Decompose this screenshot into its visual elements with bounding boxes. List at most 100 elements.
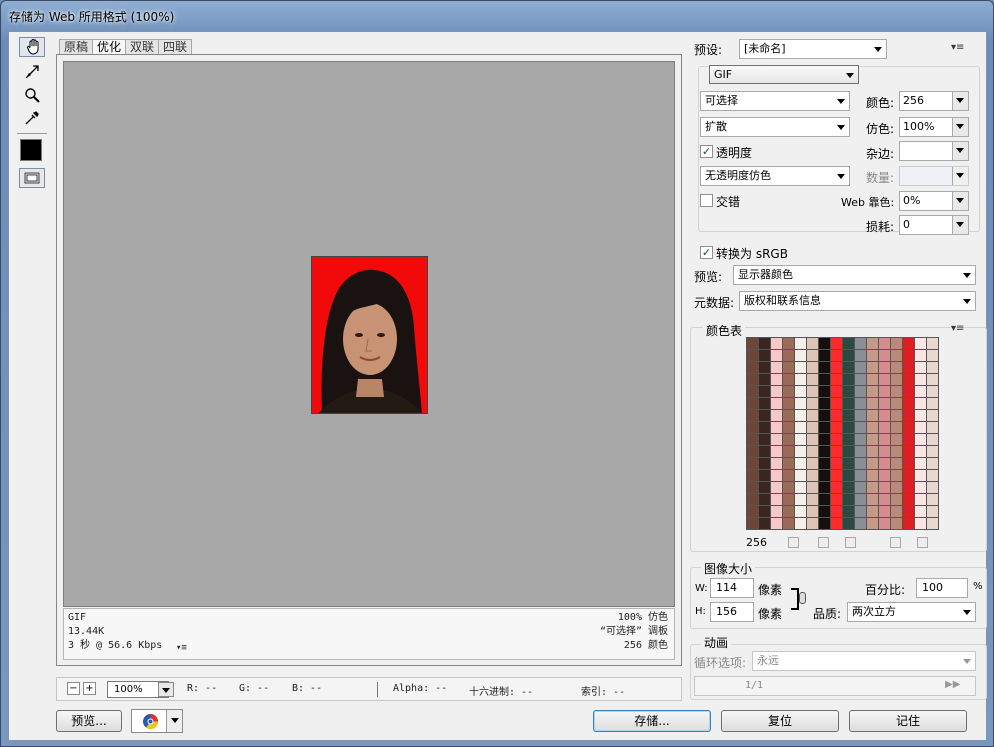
color-swatch[interactable] xyxy=(831,338,842,349)
color-swatch[interactable] xyxy=(747,374,758,385)
color-swatch[interactable] xyxy=(771,350,782,361)
color-swatch[interactable] xyxy=(855,458,866,469)
color-swatch[interactable] xyxy=(831,362,842,373)
color-swatch[interactable] xyxy=(807,494,818,505)
color-swatch[interactable] xyxy=(819,446,830,457)
color-swatch[interactable] xyxy=(855,398,866,409)
color-swatch[interactable] xyxy=(855,338,866,349)
color-swatch[interactable] xyxy=(747,506,758,517)
optimize-menu-icon[interactable]: ▾≡ xyxy=(951,42,964,53)
color-swatch[interactable] xyxy=(771,410,782,421)
color-swatch[interactable] xyxy=(747,362,758,373)
color-table[interactable] xyxy=(746,337,939,530)
color-swatch[interactable] xyxy=(819,350,830,361)
tab-optimized[interactable]: 优化 xyxy=(92,39,127,55)
srgb-checkbox[interactable]: ✓ xyxy=(700,246,713,259)
color-swatch[interactable] xyxy=(795,410,806,421)
color-swatch[interactable] xyxy=(783,398,794,409)
color-swatch[interactable] xyxy=(843,458,854,469)
color-swatch[interactable] xyxy=(819,410,830,421)
quality-select[interactable]: 两次立方 xyxy=(847,602,976,622)
color-swatch[interactable] xyxy=(903,494,914,505)
color-swatch[interactable] xyxy=(759,398,770,409)
color-swatch[interactable] xyxy=(903,482,914,493)
download-rate-menu-icon[interactable]: ▾≡ xyxy=(176,643,187,653)
color-swatch[interactable] xyxy=(843,386,854,397)
color-swatch[interactable] xyxy=(843,362,854,373)
color-swatch[interactable] xyxy=(891,458,902,469)
color-swatch[interactable] xyxy=(915,410,926,421)
color-swatch[interactable] xyxy=(747,338,758,349)
color-swatch[interactable] xyxy=(927,362,938,373)
zoom-tool-icon[interactable] xyxy=(19,84,45,106)
color-swatch[interactable] xyxy=(843,338,854,349)
color-swatch[interactable] xyxy=(879,506,890,517)
tab-original[interactable]: 原稿 xyxy=(59,39,94,55)
color-swatch[interactable] xyxy=(783,338,794,349)
eyedropper-color-swatch[interactable] xyxy=(20,139,42,161)
color-swatch[interactable] xyxy=(843,470,854,481)
color-swatch[interactable] xyxy=(807,386,818,397)
color-swatch[interactable] xyxy=(807,506,818,517)
color-swatch[interactable] xyxy=(783,470,794,481)
color-swatch[interactable] xyxy=(879,362,890,373)
reduction-select[interactable]: 可选择 xyxy=(700,91,850,111)
color-swatch[interactable] xyxy=(891,494,902,505)
color-swatch[interactable] xyxy=(807,518,818,529)
color-swatch[interactable] xyxy=(795,482,806,493)
color-swatch[interactable] xyxy=(843,518,854,529)
color-swatch[interactable] xyxy=(927,350,938,361)
color-swatch[interactable] xyxy=(915,494,926,505)
color-swatch[interactable] xyxy=(903,338,914,349)
zoom-in-button[interactable]: + xyxy=(83,682,96,695)
transparency-dither-select[interactable]: 无透明度仿色 xyxy=(700,166,850,186)
color-swatch[interactable] xyxy=(855,386,866,397)
color-swatch[interactable] xyxy=(891,434,902,445)
color-swatch[interactable] xyxy=(843,374,854,385)
lock-color-icon[interactable] xyxy=(845,537,856,548)
color-swatch[interactable] xyxy=(891,410,902,421)
color-swatch[interactable] xyxy=(915,362,926,373)
color-swatch[interactable] xyxy=(819,398,830,409)
delete-color-icon[interactable] xyxy=(917,537,928,548)
color-swatch[interactable] xyxy=(783,410,794,421)
hand-tool-icon[interactable] xyxy=(19,37,45,57)
color-swatch[interactable] xyxy=(783,350,794,361)
height-field[interactable]: 156 xyxy=(710,602,754,622)
color-swatch[interactable] xyxy=(927,386,938,397)
color-swatch[interactable] xyxy=(891,482,902,493)
websnap-field[interactable]: 0% xyxy=(899,191,969,211)
color-swatch[interactable] xyxy=(843,494,854,505)
interlaced-checkbox[interactable] xyxy=(700,194,713,207)
color-swatch[interactable] xyxy=(927,338,938,349)
color-swatch[interactable] xyxy=(783,518,794,529)
color-swatch[interactable] xyxy=(831,506,842,517)
color-swatch[interactable] xyxy=(855,494,866,505)
color-swatch[interactable] xyxy=(747,386,758,397)
color-swatch[interactable] xyxy=(927,422,938,433)
color-swatch[interactable] xyxy=(903,458,914,469)
color-swatch[interactable] xyxy=(783,494,794,505)
color-swatch[interactable] xyxy=(771,494,782,505)
color-swatch[interactable] xyxy=(903,470,914,481)
color-swatch[interactable] xyxy=(891,338,902,349)
color-swatch[interactable] xyxy=(807,434,818,445)
color-swatch[interactable] xyxy=(759,338,770,349)
dither-field[interactable]: 100% xyxy=(899,117,969,137)
color-swatch[interactable] xyxy=(747,470,758,481)
color-swatch[interactable] xyxy=(819,482,830,493)
color-swatch[interactable] xyxy=(795,338,806,349)
color-swatch[interactable] xyxy=(819,458,830,469)
color-swatch[interactable] xyxy=(771,434,782,445)
color-swatch[interactable] xyxy=(867,386,878,397)
color-swatch[interactable] xyxy=(855,470,866,481)
color-swatch[interactable] xyxy=(795,350,806,361)
color-swatch[interactable] xyxy=(867,338,878,349)
color-swatch[interactable] xyxy=(783,434,794,445)
color-swatch[interactable] xyxy=(867,434,878,445)
color-swatch[interactable] xyxy=(759,434,770,445)
color-swatch[interactable] xyxy=(747,446,758,457)
color-swatch[interactable] xyxy=(903,506,914,517)
color-swatch[interactable] xyxy=(783,482,794,493)
title-bar[interactable]: 存储为 Web 所用格式 (100%) xyxy=(1,1,993,31)
